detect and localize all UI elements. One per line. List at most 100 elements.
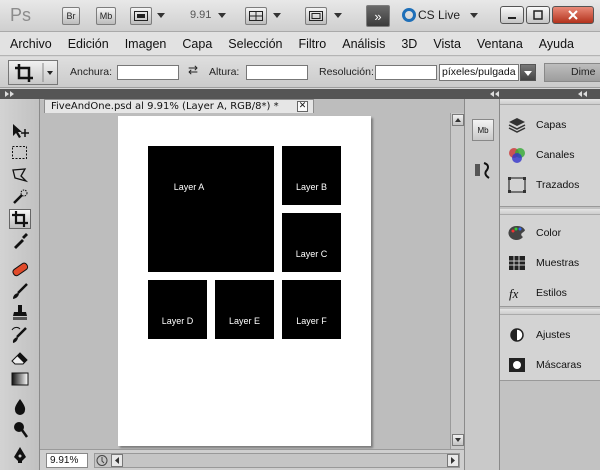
swap-dimensions-icon[interactable]: ⇄ (188, 63, 198, 77)
bandage-icon (12, 262, 29, 277)
chevron-down-icon[interactable] (157, 13, 165, 18)
mini-bridge-button[interactable]: Mb (96, 7, 116, 25)
marquee-tool[interactable] (9, 143, 31, 163)
zoom-level-readout[interactable]: 9.91 (190, 9, 211, 21)
pen-tool[interactable] (9, 445, 31, 465)
panel-tab-color[interactable]: Color (500, 219, 600, 247)
arrange-grid-icon (249, 11, 263, 21)
panel-tab-ajustes[interactable]: Ajustes (500, 321, 600, 349)
lasso-tool[interactable] (9, 165, 31, 185)
close-window-button[interactable] (552, 6, 594, 24)
arrow-up-icon (455, 118, 461, 122)
resolution-input[interactable] (375, 65, 437, 80)
arrange-documents-button[interactable] (245, 7, 267, 25)
scroll-up-button[interactable] (452, 114, 464, 126)
crop-tool[interactable] (9, 209, 31, 229)
menu-filtro[interactable]: Filtro (298, 37, 326, 51)
layer-a-block[interactable]: Layer A (148, 146, 274, 272)
mini-bridge-panel-button[interactable]: Mb (472, 119, 494, 141)
maximize-button[interactable] (526, 6, 550, 24)
layer-d-block[interactable]: Layer D (148, 280, 207, 339)
height-label: Altura: (209, 66, 240, 78)
menu-vista[interactable]: Vista (433, 37, 461, 51)
rectangular-marquee-icon (12, 146, 27, 159)
canvas-area[interactable]: Layer A Layer B Layer C Layer D Layer E … (40, 113, 450, 449)
panel-tab-mascaras[interactable]: Máscaras (500, 351, 600, 379)
workspace-expand-button[interactable]: » (366, 5, 390, 27)
eraser-tool[interactable] (9, 347, 31, 367)
layer-b-block[interactable]: Layer B (282, 146, 341, 205)
layer-f-block[interactable]: Layer F (282, 280, 341, 339)
vertical-scrollbar[interactable] (450, 113, 464, 449)
bridge-button[interactable]: Br (62, 7, 80, 25)
screen-mode-button[interactable] (305, 7, 327, 25)
photoshop-logo: Ps (10, 5, 32, 25)
panel-tab-estilos[interactable]: fx Estilos (500, 279, 600, 307)
panel-tab-trazados[interactable]: Trazados (500, 171, 600, 199)
width-input[interactable] (117, 65, 179, 80)
adjustments-icon (508, 327, 526, 343)
panel-group-adjustments: Ajustes Máscaras (500, 309, 600, 381)
document-canvas[interactable]: Layer A Layer B Layer C Layer D Layer E … (118, 116, 371, 446)
status-info-icon[interactable] (95, 454, 109, 467)
arrow-right-icon[interactable] (447, 454, 459, 467)
menu-archivo[interactable]: Archivo (10, 37, 52, 51)
gradient-tool[interactable] (9, 369, 31, 389)
application-title-bar: Ps Br Mb 9.91 » CS Live (0, 0, 600, 32)
menu-capa[interactable]: Capa (182, 37, 212, 51)
eyedropper-tool[interactable] (9, 231, 31, 251)
menu-imagen[interactable]: Imagen (125, 37, 167, 51)
menu-ayuda[interactable]: Ayuda (539, 37, 574, 51)
layer-c-block[interactable]: Layer C (282, 213, 341, 272)
quick-selection-tool[interactable] (9, 187, 31, 207)
svg-text:fx: fx (509, 286, 519, 301)
minimize-button[interactable] (500, 6, 524, 24)
polygonal-lasso-icon (12, 168, 29, 183)
chevron-down-icon[interactable] (273, 13, 281, 18)
healing-brush-tool[interactable] (9, 259, 31, 279)
document-tab[interactable]: FiveAndOne.psd al 9.91% (Layer A, RGB/8*… (44, 99, 314, 114)
channels-icon (508, 147, 526, 163)
layer-d-label: Layer D (161, 316, 194, 326)
panel-tab-capas[interactable]: Capas (500, 111, 600, 139)
brush-tool[interactable] (9, 281, 31, 301)
close-document-icon[interactable]: ✕ (297, 101, 308, 112)
chevron-down-icon[interactable] (218, 13, 226, 18)
panel-tab-canales[interactable]: Canales (500, 141, 600, 169)
resolution-units-select[interactable]: píxeles/pulgada (439, 64, 519, 81)
history-brush-tool[interactable] (9, 325, 31, 345)
tool-preset-picker[interactable] (8, 60, 58, 85)
arrow-left-icon[interactable] (111, 454, 123, 467)
height-input[interactable] (246, 65, 308, 80)
blur-tool[interactable] (9, 397, 31, 417)
layer-a-label: Layer A (173, 182, 205, 192)
zoom-field[interactable]: 9.91% (46, 453, 88, 468)
dodge-tool[interactable] (9, 419, 31, 439)
panel-dock-header[interactable] (464, 89, 600, 99)
chevron-down-icon[interactable] (470, 13, 478, 18)
panel-tab-muestras[interactable]: Muestras (500, 249, 600, 277)
clone-stamp-tool[interactable] (9, 303, 31, 323)
menu-edicion[interactable]: Edición (68, 37, 109, 51)
horizontal-scrollbar[interactable] (94, 453, 460, 468)
history-panel-button[interactable] (472, 159, 494, 181)
menu-seleccion[interactable]: Selección (228, 37, 282, 51)
swatches-icon (508, 255, 526, 271)
cs-live-button[interactable]: CS Live (418, 8, 460, 22)
chevron-down-icon[interactable] (334, 13, 342, 18)
layer-e-block[interactable]: Layer E (215, 280, 274, 339)
history-icon (475, 162, 490, 179)
resolution-label: Resolución: (319, 66, 374, 78)
scroll-down-button[interactable] (452, 434, 464, 446)
units-dropdown-button[interactable] (520, 64, 536, 81)
menu-analisis[interactable]: Análisis (342, 37, 385, 51)
toolbox-header[interactable] (0, 89, 40, 99)
panel-dock: Capas Canales Trazados Color Muestras fx… (500, 99, 600, 470)
menu-ventana[interactable]: Ventana (477, 37, 523, 51)
eyedropper-icon (14, 233, 28, 249)
menu-3d[interactable]: 3D (401, 37, 417, 51)
move-tool[interactable] (9, 121, 31, 141)
view-extras-button[interactable] (130, 7, 152, 25)
eraser-icon (11, 352, 28, 365)
front-image-button[interactable]: Dime (544, 63, 600, 82)
